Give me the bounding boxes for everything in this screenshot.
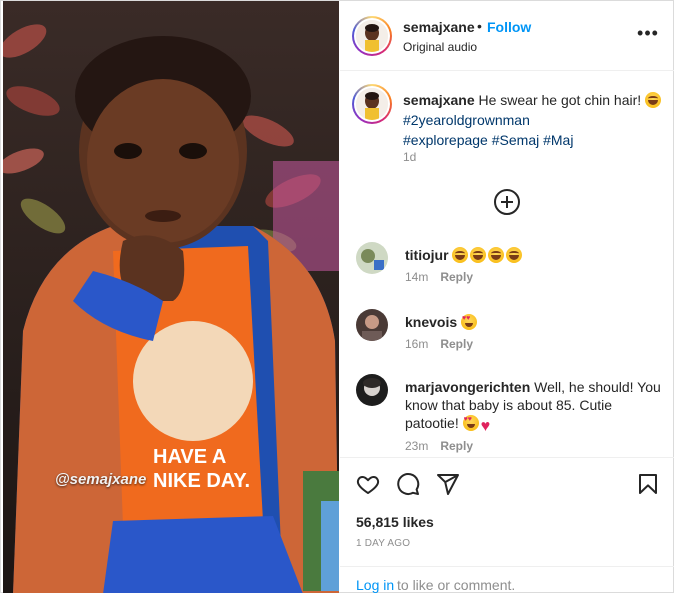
caption-text: He swear he got chin hair! (478, 92, 642, 108)
author-avatar[interactable] (352, 16, 392, 56)
comment-time[interactable]: 14m (405, 270, 428, 284)
commenter-username[interactable]: marjavongerichten (405, 379, 530, 395)
author-username[interactable]: semajxane (403, 19, 475, 35)
hashtag-link[interactable]: #Maj (543, 132, 573, 148)
like-heart-icon[interactable] (356, 472, 380, 496)
post-timestamp[interactable]: 1 DAY AGO (356, 538, 410, 549)
laughing-emoji-icon (452, 247, 469, 263)
avatar-image (356, 20, 388, 52)
comments-list[interactable]: semajxane He swear he got chin hair! #2y… (340, 72, 674, 456)
caption-username[interactable]: semajxane (403, 92, 475, 108)
laughing-emoji-icon (645, 92, 662, 108)
post-video[interactable]: HAVE A NIKE DAY. @semajxane (3, 1, 339, 593)
save-bookmark-icon[interactable] (636, 472, 660, 496)
svg-text:HAVE A: HAVE A (153, 446, 226, 468)
post-actions: 56,815 likes 1 DAY AGO Log in to like or… (340, 457, 674, 593)
hashtag-link[interactable]: #Semaj (492, 132, 539, 148)
login-link[interactable]: Log in (356, 577, 394, 593)
header-separator: • (477, 18, 482, 34)
login-prompt: Log in to like or comment. (340, 566, 674, 593)
comment-text: titiojur (405, 246, 667, 264)
reply-button[interactable]: Reply (440, 337, 473, 351)
caption-timestamp[interactable]: 1d (403, 150, 416, 164)
post-dialog: HAVE A NIKE DAY. @semajxane semajxane • … (0, 0, 674, 593)
commenter-avatar[interactable] (356, 242, 388, 274)
post-side-panel: semajxane • Follow Original audio ••• se… (340, 1, 674, 593)
caption-avatar[interactable] (352, 84, 392, 124)
comment-text: knevois (405, 313, 667, 331)
commenter-username[interactable]: titiojur (405, 247, 449, 263)
follow-button[interactable]: Follow (487, 19, 531, 35)
hashtag-link[interactable]: #2yearoldgrownman (403, 112, 530, 128)
commenter-avatar[interactable] (356, 309, 388, 341)
load-more-comments-icon[interactable] (494, 189, 520, 215)
avatar-image (356, 309, 388, 341)
login-prompt-text: to like or comment. (397, 577, 516, 593)
laughing-emoji-icon (470, 247, 487, 263)
comment-text: marjavongerichten Well, he should! You k… (405, 378, 667, 435)
comment-meta: 23m Reply (405, 439, 473, 453)
laughing-emoji-icon (488, 247, 505, 263)
red-heart-emoji-icon: ♥ (480, 418, 491, 435)
audio-label[interactable]: Original audio (403, 40, 477, 54)
comment-time[interactable]: 16m (405, 337, 428, 351)
commenter-username[interactable]: knevois (405, 314, 457, 330)
comment-meta: 16m Reply (405, 337, 473, 351)
video-frame: HAVE A NIKE DAY. (3, 24, 339, 593)
avatar-image (356, 374, 388, 406)
post-caption: semajxane He swear he got chin hair! #2y… (403, 90, 665, 150)
svg-text:NIKE DAY.: NIKE DAY. (153, 470, 250, 492)
commenter-avatar[interactable] (356, 374, 388, 406)
avatar-image (356, 88, 388, 120)
hashtag-link[interactable]: #explorepage (403, 132, 488, 148)
comment-meta: 14m Reply (405, 270, 473, 284)
heart-eyes-emoji-icon (461, 314, 478, 330)
share-paper-plane-icon[interactable] (436, 472, 460, 496)
laughing-emoji-icon (506, 247, 523, 263)
comment-time[interactable]: 23m (405, 439, 428, 453)
reply-button[interactable]: Reply (440, 270, 473, 284)
reply-button[interactable]: Reply (440, 439, 473, 453)
post-header: semajxane • Follow Original audio ••• (340, 1, 674, 71)
likes-count[interactable]: 56,815 likes (356, 514, 434, 530)
avatar-image (356, 242, 388, 274)
video-watermark: @semajxane (55, 471, 147, 488)
more-options-icon[interactable]: ••• (636, 24, 660, 46)
heart-eyes-emoji-icon (462, 415, 479, 431)
comment-bubble-icon[interactable] (396, 472, 420, 496)
